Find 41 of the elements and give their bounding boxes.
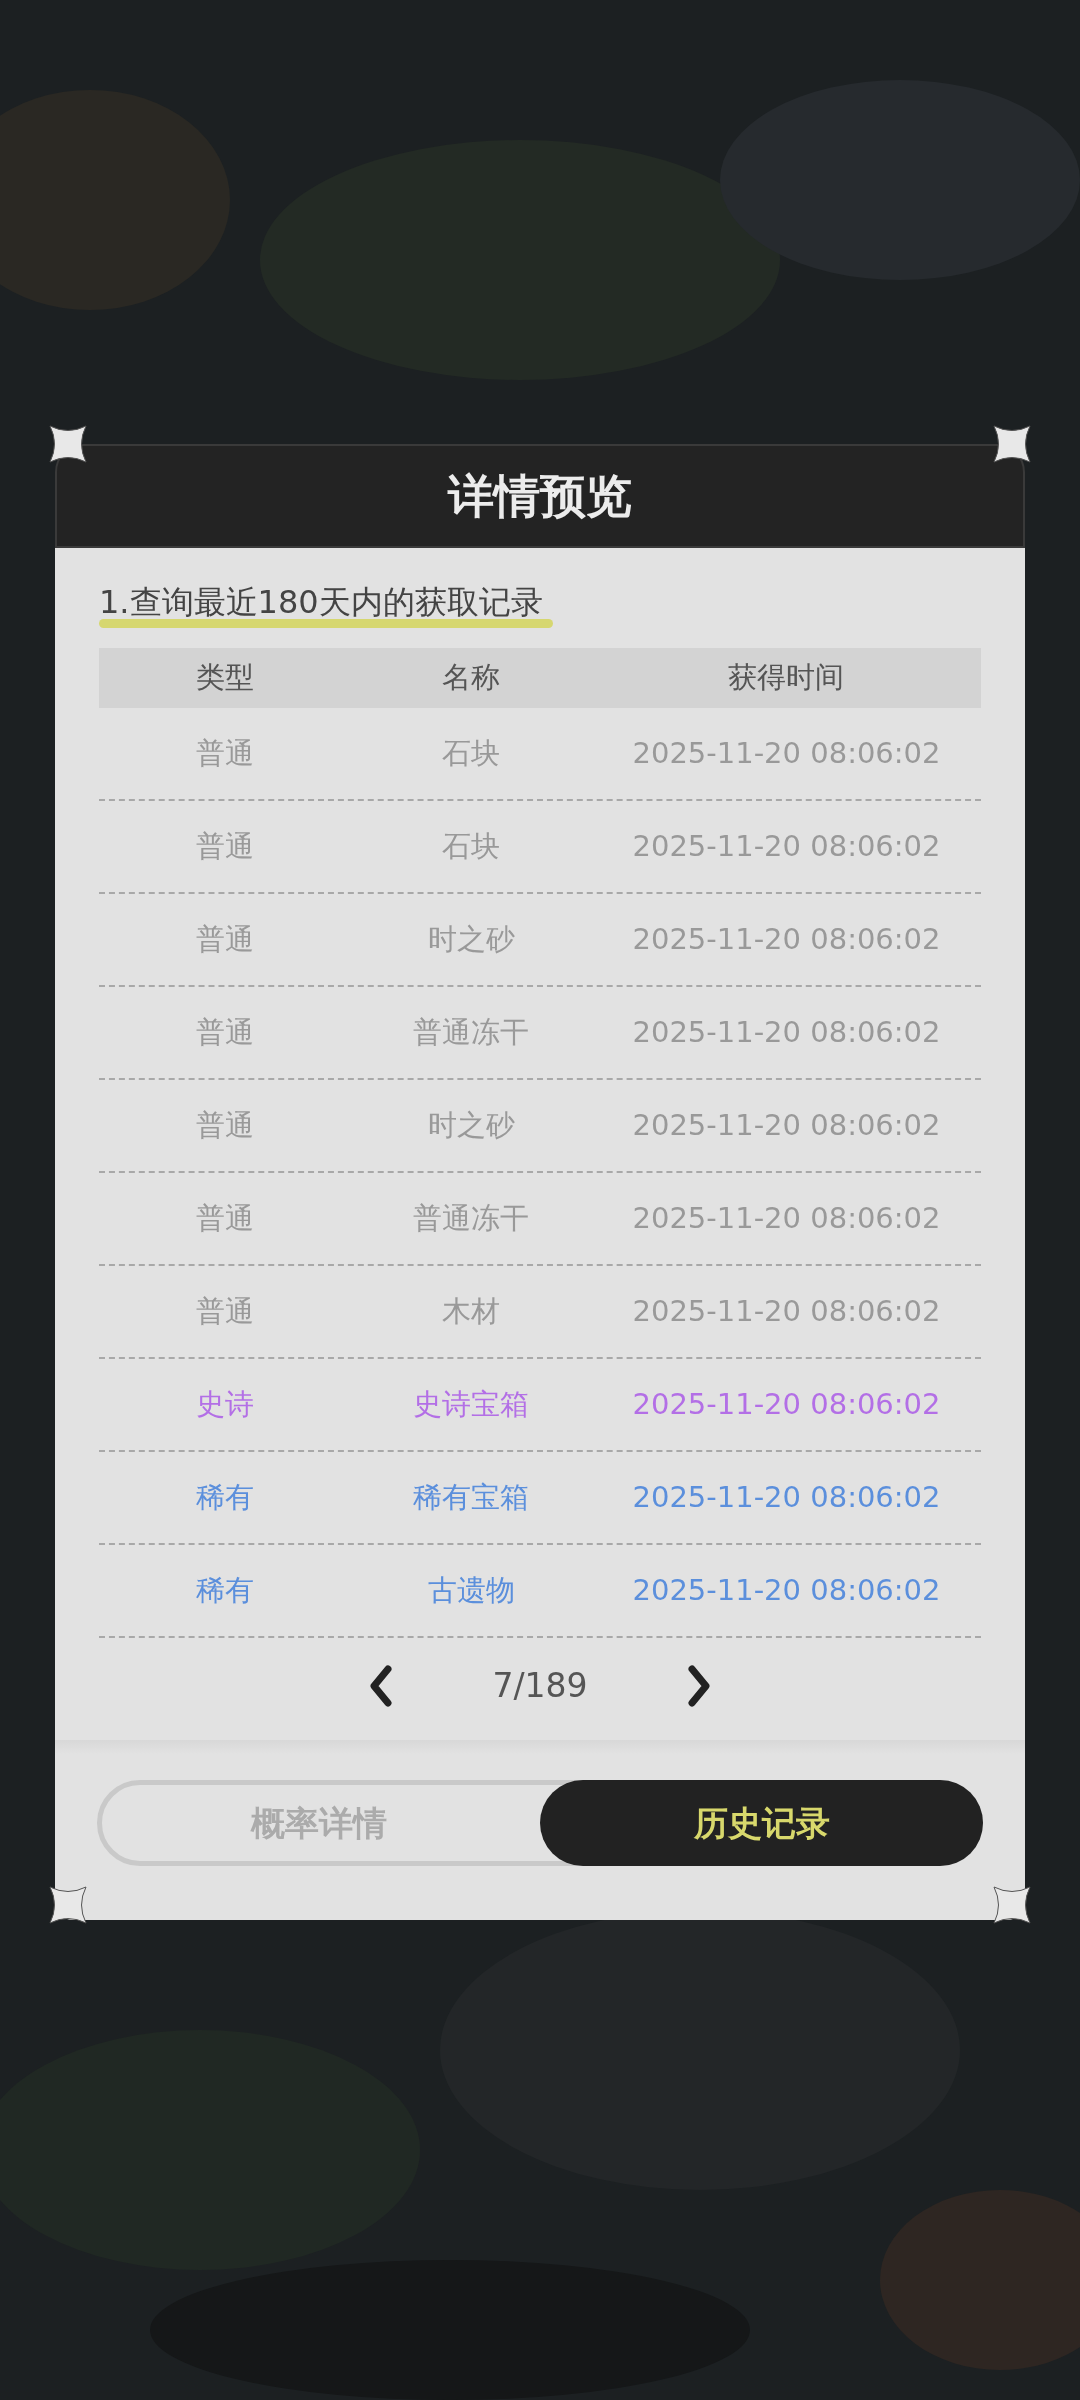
table-cell-text: 2025-11-20 08:06:02 xyxy=(632,1199,941,1237)
section-heading: 1.查询最近180天内的获取记录 xyxy=(99,586,543,618)
table-cell-text: 2025-11-20 08:06:02 xyxy=(632,1571,941,1609)
table-cell-text: 史诗 xyxy=(195,1385,254,1423)
table-cell-text: 2025-11-20 08:06:02 xyxy=(632,1013,941,1051)
table-cell-text: 2025-11-20 08:06:02 xyxy=(632,1106,941,1144)
table-cell-text: 时之砂 xyxy=(427,920,515,958)
table-cell-text: 普通 xyxy=(195,1292,254,1330)
table-cell-text: 普通冻干 xyxy=(413,1013,530,1051)
table-cell-text: 稀有 xyxy=(195,1571,254,1609)
table-cell-text: 稀有宝箱 xyxy=(413,1478,530,1516)
tab[interactable]: 历史记录 xyxy=(540,1780,983,1866)
table-cell-text: 2025-11-20 08:06:02 xyxy=(632,827,941,865)
table-cell-text: 普通冻干 xyxy=(413,1199,530,1237)
table-cell-text: 普通 xyxy=(195,1106,254,1144)
column-header: 名称 xyxy=(442,659,501,697)
page-indicator: 7/189 xyxy=(491,1665,589,1708)
table-cell-text: 2025-11-20 08:06:02 xyxy=(632,1478,941,1516)
table-cell-text: 时之砂 xyxy=(427,1106,515,1144)
corner-ornament-icon xyxy=(49,425,87,463)
table-cell-text: 2025-11-20 08:06:02 xyxy=(632,1292,941,1330)
table-cell-text: 2025-11-20 08:06:02 xyxy=(632,1385,941,1423)
table-cell-text: 普通 xyxy=(195,734,254,772)
table-cell-text: 2025-11-20 08:06:02 xyxy=(632,920,941,958)
column-header: 获得时间 xyxy=(728,659,845,697)
table-cell-text: 木材 xyxy=(442,1292,501,1330)
table-cell-text: 普通 xyxy=(195,1199,254,1237)
table-cell-text: 石块 xyxy=(442,734,501,772)
table-cell-text: 普通 xyxy=(195,1013,254,1051)
chevron-left-icon xyxy=(368,1665,394,1707)
table-cell-text: 普通 xyxy=(195,827,254,865)
table-cell-text: 稀有 xyxy=(195,1478,254,1516)
table-cell-text: 石块 xyxy=(442,827,501,865)
table-cell-text: 普通 xyxy=(195,920,254,958)
table-cell-text: 史诗宝箱 xyxy=(413,1385,530,1423)
table-cell-text: 2025-11-20 08:06:02 xyxy=(632,734,941,772)
column-header: 类型 xyxy=(195,659,254,697)
table-cell-text: 古遗物 xyxy=(427,1571,515,1609)
chevron-right-icon xyxy=(686,1665,712,1707)
dialog-title: 详情预览 xyxy=(448,467,632,525)
corner-ornament-icon xyxy=(993,425,1031,463)
